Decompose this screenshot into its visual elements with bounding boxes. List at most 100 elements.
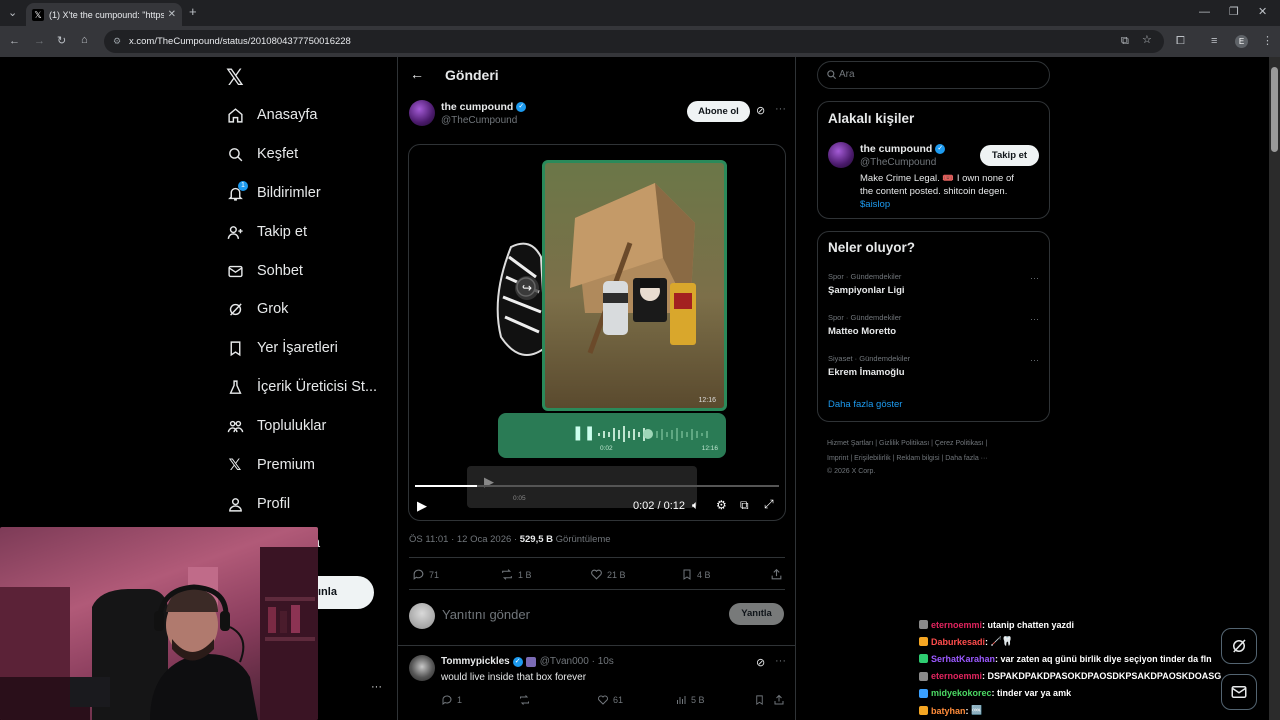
chat-message: batyhan: 🆒 xyxy=(919,702,1224,719)
comment-bookmark-action[interactable] xyxy=(754,694,769,706)
url-text: x.com/TheCumpound/status/201080437775001… xyxy=(129,36,351,47)
fullscreen-icon[interactable]: ⤢ xyxy=(764,497,774,512)
reply-action[interactable]: 71 xyxy=(412,568,439,581)
profile-avatar[interactable]: E xyxy=(1235,35,1248,48)
comment-like-action[interactable]: 61 xyxy=(597,694,623,706)
footer-line[interactable]: Imprint | Erişilebilirlik | Reklam bilgi… xyxy=(827,451,1042,466)
author-name[interactable]: the cumpound ✓ xyxy=(441,101,527,113)
follow-button[interactable]: Takip et xyxy=(980,145,1039,166)
like-action[interactable]: 21 B xyxy=(590,568,626,581)
home-icon[interactable]: ⌂ xyxy=(81,33,88,47)
back-icon[interactable]: ← xyxy=(9,34,20,48)
page-title: Gönderi xyxy=(445,67,499,83)
bio-cashtag-link[interactable]: $aislop xyxy=(860,198,1014,211)
sidebar-item-explore[interactable]: Keşfet xyxy=(226,140,298,168)
chat-message: Daburkesadi: 🦯🦷 xyxy=(919,633,1224,650)
volume-icon[interactable]: 🔈︎ xyxy=(692,498,699,513)
footer-line[interactable]: Hizmet Şartları | Gizlilik Politikası | … xyxy=(827,436,1042,451)
reply-button[interactable]: Yanıtla xyxy=(729,603,784,625)
trend-more-icon[interactable]: ··· xyxy=(1030,355,1039,365)
chat-username: eternoemmi xyxy=(931,619,983,630)
sidebar-item-follow[interactable]: Takip et xyxy=(226,218,307,246)
reload-icon[interactable]: ↻ xyxy=(57,34,66,48)
show-more-link[interactable]: Daha fazla göster xyxy=(828,399,902,410)
sidebar-item-home[interactable]: Anasayfa xyxy=(226,101,317,129)
comment-author[interactable]: Tommypickles ✓ @Tvan000 · 10s xyxy=(441,656,614,667)
site-info-icon[interactable]: ⚙ xyxy=(113,30,121,53)
author-handle[interactable]: @TheCumpound xyxy=(441,115,517,126)
window-close-icon[interactable]: ✕ xyxy=(1258,5,1267,19)
sidebar-item-bookmarks[interactable]: Yer İşaretleri xyxy=(226,334,338,362)
chat-badge-icon xyxy=(919,688,928,698)
sidebar-item-profile[interactable]: Profil xyxy=(226,490,290,518)
play-icon[interactable]: ▶ xyxy=(417,498,427,514)
person-add-icon xyxy=(226,223,244,241)
repost-icon xyxy=(502,569,512,580)
comment-more-icon[interactable]: ··· xyxy=(775,655,786,667)
comment-repost-action[interactable] xyxy=(518,694,535,706)
chrome-menu-icon[interactable]: ⋮ xyxy=(1262,34,1273,48)
grok-post-icon[interactable]: ⊘ xyxy=(756,104,765,117)
post-timestamp[interactable]: ÖS 11:01 · 12 Oca 2026 · xyxy=(409,534,520,545)
browser-toolbar: ← → ↻ ⌂ ⚙ x.com/TheCumpound/status/20108… xyxy=(0,26,1280,57)
divider xyxy=(409,589,785,590)
new-tab-icon[interactable]: + xyxy=(189,5,197,19)
verified-badge-icon: ✓ xyxy=(935,144,946,154)
close-tab-icon[interactable]: ✕ xyxy=(168,9,176,20)
extensions-icon[interactable]: ⧠ xyxy=(1176,34,1185,48)
sidebar-item-label: Keşfet xyxy=(257,146,299,162)
grok-fab-button[interactable] xyxy=(1221,628,1257,664)
install-app-icon[interactable]: ⧉ xyxy=(1121,34,1129,48)
sidebar-item-creator-studio[interactable]: İçerik Üreticisi St... xyxy=(226,373,377,401)
sidebar-item-premium[interactable]: 𝕏 Premium xyxy=(226,451,315,479)
comment-views-action[interactable]: 5 B xyxy=(675,694,705,706)
comment-reply-action[interactable]: 1 xyxy=(441,694,462,706)
pip-icon[interactable]: ⧉ xyxy=(740,498,749,513)
forward-icon[interactable]: → xyxy=(34,34,45,48)
related-avatar[interactable] xyxy=(828,142,854,168)
share-icon xyxy=(774,694,784,705)
mail-icon xyxy=(1231,686,1247,698)
trend-more-icon[interactable]: ··· xyxy=(1030,314,1039,324)
back-arrow-icon[interactable]: ← xyxy=(410,66,424,82)
video-player[interactable]: 12:16 ↪ ❚❚ 0:02 12:16 ▶ 0:05 ▶ 0:02 / 0:… xyxy=(408,144,786,521)
grok-comment-icon[interactable]: ⊘ xyxy=(756,656,765,669)
sidebar-item-notifications[interactable]: 1 Bildirimler xyxy=(226,179,321,207)
chat-badge-icon xyxy=(919,706,928,716)
restore-icon[interactable]: ❐ xyxy=(1229,5,1239,19)
media-control-icon[interactable]: ≡ xyxy=(1211,34,1217,48)
minimize-icon[interactable]: — xyxy=(1199,5,1210,19)
sidebar-item-communities[interactable]: Topluluklar xyxy=(226,412,326,440)
chat-text: tinder var ya amk xyxy=(997,688,1072,699)
account-more-icon[interactable]: ··· xyxy=(371,681,382,693)
related-handle[interactable]: @TheCumpound xyxy=(860,157,936,168)
reply-input[interactable]: Yanıtını gönder xyxy=(442,607,530,622)
grok-icon xyxy=(1233,639,1246,653)
address-bar[interactable]: ⚙ x.com/TheCumpound/status/2010804377750… xyxy=(104,30,1164,53)
bookmark-star-icon[interactable]: ☆ xyxy=(1142,33,1152,47)
sidebar-item-grok[interactable]: Grok xyxy=(226,295,288,323)
related-name[interactable]: the cumpound ✓ xyxy=(860,143,946,155)
divider xyxy=(409,557,785,558)
search-input[interactable]: Ara xyxy=(817,61,1050,89)
page-scrollbar[interactable] xyxy=(1269,57,1280,720)
bookmark-action[interactable]: 4 B xyxy=(681,568,711,581)
messages-fab-button[interactable] xyxy=(1221,674,1257,710)
comment-avatar[interactable] xyxy=(409,655,435,681)
share-action[interactable] xyxy=(770,568,787,581)
author-avatar[interactable] xyxy=(409,100,435,126)
video-progress-track[interactable] xyxy=(415,485,779,487)
settings-icon[interactable]: ⚙ xyxy=(716,498,727,512)
browser-tab[interactable]: 𝕏 (1) X'te the cumpound: "https:// ✕ xyxy=(26,3,182,26)
sidebar-item-label: Premium xyxy=(257,457,316,473)
comment-share-action[interactable] xyxy=(773,694,789,706)
trend-more-icon[interactable]: ··· xyxy=(1030,273,1039,283)
more-options-icon[interactable]: ··· xyxy=(775,103,786,115)
subscribe-button[interactable]: Abone ol xyxy=(687,101,750,122)
heart-icon xyxy=(591,569,602,580)
sidebar-item-chat[interactable]: Sohbet xyxy=(226,257,303,285)
tab-search-icon[interactable]: ⌄ xyxy=(8,6,17,20)
scrollbar-thumb[interactable] xyxy=(1271,67,1278,152)
repost-action[interactable]: 1 B xyxy=(500,568,532,581)
x-logo-icon[interactable]: 𝕏 xyxy=(226,65,244,91)
